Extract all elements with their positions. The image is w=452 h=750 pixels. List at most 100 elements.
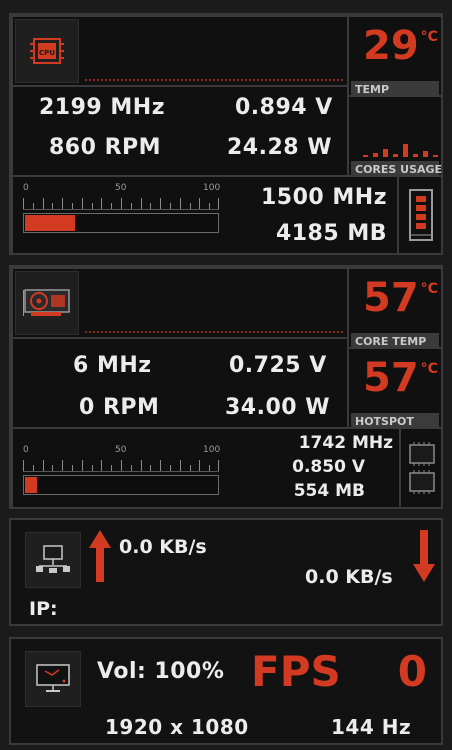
download-speed: 0.0 KB/s	[305, 566, 393, 588]
gpu-mem-voltage: 0.850 V	[292, 457, 365, 477]
display-panel: Vol: 100% FPS 0 1920 x 1080 144 Hz	[9, 637, 443, 745]
gauge-tick	[111, 203, 113, 209]
gauge-tick	[209, 465, 211, 471]
gauge-tick	[32, 203, 34, 209]
gauge-track	[23, 213, 219, 233]
gauge-tick	[130, 465, 132, 471]
gauge-tick	[42, 198, 44, 209]
gauge-tick	[62, 460, 64, 471]
cpu-stats-cell: 2199 MHz 0.894 V 860 RPM 24.28 W	[11, 85, 349, 177]
core-usage-bar	[373, 152, 378, 157]
gauge-tick	[150, 203, 152, 209]
cpu-temp-cell: 29 °C TEMP	[347, 15, 443, 98]
gauge-tick	[52, 465, 54, 471]
gauge-tick	[189, 465, 191, 471]
gauge-track	[23, 475, 219, 495]
cpu-fan-speed: 860 RPM	[49, 135, 162, 160]
gauge-tick	[72, 465, 73, 471]
gauge-tick	[52, 203, 54, 209]
gauge-tick	[42, 460, 44, 471]
gauge-tick	[121, 198, 122, 209]
gauge-tick	[218, 460, 219, 471]
gauge-tick	[170, 203, 171, 209]
gauge-tick	[140, 460, 142, 471]
gpu-hotspot-value: 57 °C	[363, 355, 438, 401]
gauge-tick-label: 0	[23, 445, 29, 455]
ram-used: 4185 MB	[275, 221, 387, 246]
gauge-fill	[25, 215, 76, 231]
gauge-tick	[209, 203, 211, 209]
cpu-ram-cell: 0 50 100 1500 MHz 4185 MB	[11, 175, 399, 255]
gauge-tick	[179, 198, 181, 209]
gauge-ticks	[23, 197, 219, 210]
screen-resolution: 1920 x 1080	[105, 715, 249, 739]
gauge-fill	[25, 477, 37, 493]
gauge-ticks	[23, 459, 219, 472]
gauge-tick	[121, 460, 122, 471]
core-usage-bar	[423, 151, 428, 157]
hardware-monitor-overlay: { "cpu": { "icon": "cpu-icon", "clock": …	[0, 0, 452, 750]
core-usage-bar	[393, 154, 398, 157]
gauge-tick	[189, 203, 191, 209]
core-usage-bar	[383, 148, 388, 157]
svg-text:CPU: CPU	[39, 49, 55, 57]
cpu-icon: CPU	[15, 19, 79, 83]
core-usage-bar	[413, 154, 418, 157]
gauge-tick	[218, 198, 219, 209]
vram-chip-icon	[407, 441, 437, 501]
gpu-panel: 57 °C CORE TEMP 57 °C HOTSPOT 6 MHz 0.725 …	[9, 265, 443, 509]
volume-level: Vol: 100%	[97, 659, 225, 684]
cpu-load-graph	[85, 79, 343, 81]
vram-icon-cell	[399, 427, 443, 509]
gpu-card-icon	[15, 271, 79, 335]
download-arrow-icon	[413, 530, 435, 586]
cpu-power: 24.28 W	[227, 135, 333, 160]
gauge-tick-label: 0	[23, 183, 29, 193]
ip-label: IP:	[29, 598, 58, 620]
gpu-core-temp-cell: 57 °C CORE TEMP	[347, 267, 443, 350]
gpu-clock: 6 MHz	[73, 353, 152, 378]
gauge-tick	[32, 465, 34, 471]
gauge-tick	[160, 198, 162, 209]
gauge-tick	[199, 460, 201, 471]
core-usage-bar	[363, 155, 368, 157]
ram-stick-icon	[409, 189, 433, 245]
cpu-voltage: 0.894 V	[235, 95, 333, 120]
ram-clock: 1500 MHz	[261, 185, 387, 210]
fps-label: FPS	[251, 647, 341, 696]
gauge-tick	[179, 460, 181, 471]
cpu-panel: CPU 29 °C TEMP CORES USAGE 2199 MHz 0.894…	[9, 13, 443, 255]
gauge-tick	[91, 465, 93, 471]
cpu-temp-value: 29 °C	[363, 23, 438, 69]
core-usage-bar	[403, 144, 408, 157]
gauge-tick	[101, 460, 103, 471]
gauge-tick	[23, 460, 24, 471]
gpu-graph-cell	[11, 267, 349, 339]
gpu-stats-cell: 6 MHz 0.725 V 0 RPM 34.00 W	[11, 337, 349, 429]
gauge-tick-label: 100	[203, 183, 221, 193]
fps-value: 0	[397, 647, 427, 696]
gauge-tick	[81, 460, 83, 471]
cpu-cores-usage-cell: CORES USAGE	[347, 95, 443, 178]
gpu-core-temp-value: 57 °C	[363, 275, 438, 321]
gauge-tick	[62, 198, 64, 209]
gauge-tick	[140, 198, 142, 209]
gauge-tick	[160, 460, 162, 471]
gauge-tick	[72, 203, 73, 209]
gauge-tick	[199, 198, 201, 209]
gauge-tick	[81, 198, 83, 209]
refresh-rate: 144 Hz	[331, 715, 412, 739]
gpu-fan-speed: 0 RPM	[79, 395, 160, 420]
gauge-tick-label: 50	[115, 183, 127, 193]
cpu-cores-usage-graph	[355, 125, 438, 157]
monitor-icon	[25, 651, 81, 707]
gauge-tick-label: 50	[115, 445, 127, 455]
ram-icon-cell	[397, 175, 443, 255]
gauge-tick	[130, 203, 132, 209]
cpu-ram-gauge: 0 50 100	[23, 183, 221, 237]
upload-arrow-icon	[89, 530, 111, 586]
gauge-tick	[23, 198, 24, 209]
gauge-tick	[150, 465, 152, 471]
cpu-graph-cell: CPU	[11, 15, 349, 87]
gpu-voltage: 0.725 V	[229, 353, 327, 378]
